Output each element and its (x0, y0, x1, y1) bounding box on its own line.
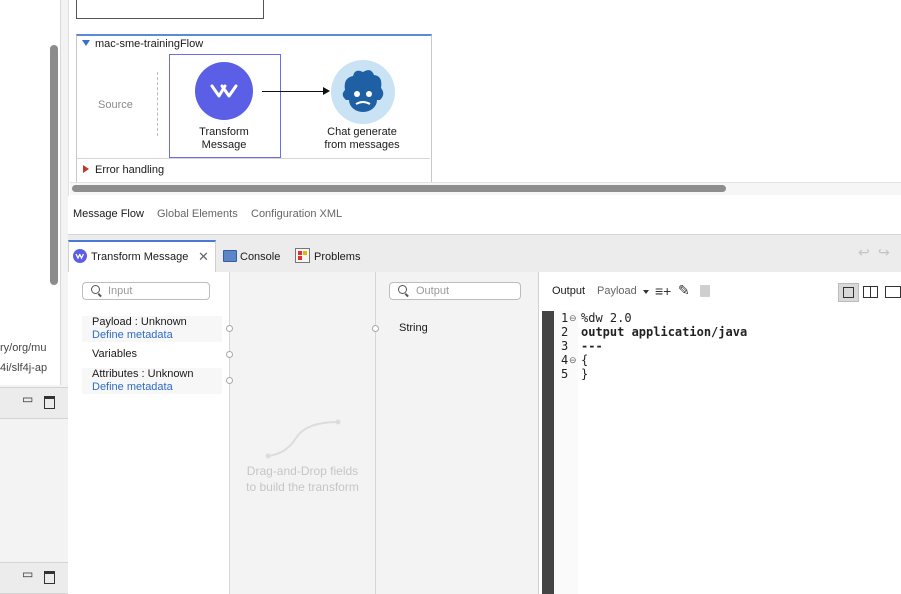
back-arrow-icon[interactable]: ↩ (858, 244, 870, 261)
edit-pencil-icon[interactable]: ✎ (678, 282, 690, 299)
source-divider (157, 72, 158, 136)
tab-transform-message-label[interactable]: Transform Message (91, 251, 188, 263)
transform-message-label[interactable]: Transform Message (170, 126, 278, 152)
maximize-icon[interactable] (44, 571, 55, 584)
line-number: 1 (561, 311, 569, 325)
input-search-placeholder[interactable]: Input (108, 285, 132, 297)
connector-pin[interactable] (226, 351, 233, 358)
explorer-path-text[interactable]: ry/org/mu (0, 342, 56, 354)
dataweave-icon (73, 249, 87, 263)
code-line[interactable]: } (581, 367, 588, 381)
tab-problems[interactable]: Problems (314, 251, 360, 263)
minimize-icon[interactable]: ▭ (22, 392, 33, 406)
flow-arrow-icon (323, 87, 330, 95)
trash-icon[interactable] (700, 285, 710, 297)
fold-icon[interactable]: ⊖ (569, 313, 577, 324)
input-attributes[interactable]: Attributes : Unknown (92, 368, 194, 380)
output-target-select[interactable]: Payload (597, 285, 637, 297)
source-only-view-button[interactable] (838, 283, 859, 302)
connector-pin[interactable] (226, 377, 233, 384)
einstein-icon[interactable] (331, 60, 395, 124)
output-label: Output (552, 285, 586, 297)
problems-icon (295, 248, 310, 263)
collapse-triangle-icon[interactable] (82, 40, 90, 46)
canvas-divider (68, 0, 69, 196)
connector-pin[interactable] (372, 325, 379, 332)
input-search-field[interactable] (82, 282, 210, 300)
line-number: 3 (561, 339, 569, 353)
connector-pin[interactable] (226, 325, 233, 332)
forward-arrow-icon[interactable]: ↪ (878, 244, 890, 261)
close-icon[interactable]: ✕ (198, 249, 209, 265)
line-number: 4 (561, 353, 569, 367)
canvas-scrollbar-thumb[interactable] (72, 185, 726, 192)
define-metadata-link[interactable]: Define metadata (92, 381, 173, 393)
code-line[interactable]: %dw 2.0 (581, 311, 632, 325)
flow-title[interactable]: mac-sme-trainingFlow (95, 38, 203, 50)
console-icon (223, 250, 237, 262)
source-label[interactable]: Source (98, 99, 133, 111)
explorer-path-text[interactable]: 4i/slf4j-ap (0, 362, 56, 374)
fold-icon[interactable]: ⊖ (569, 355, 577, 366)
error-handling-label[interactable]: Error handling (95, 164, 164, 176)
tab-console[interactable]: Console (240, 251, 280, 263)
tab-configuration-xml[interactable]: Configuration XML (251, 208, 342, 220)
split-view-icon[interactable] (863, 286, 878, 298)
search-icon (398, 285, 407, 294)
previous-flow-box[interactable] (76, 0, 264, 19)
tab-global-elements[interactable]: Global Elements (157, 208, 238, 220)
tab-message-flow[interactable]: Message Flow (73, 208, 144, 220)
output-type[interactable]: String (399, 322, 428, 334)
drag-hint-curve-icon (265, 419, 341, 459)
line-number: 5 (561, 367, 569, 381)
preview-view-icon[interactable] (885, 286, 901, 298)
code-line[interactable]: output application/java (581, 325, 747, 339)
editor-gutter-marker (542, 311, 554, 594)
error-handling-divider (77, 158, 430, 159)
chat-generate-label[interactable]: Chat generate from messages (306, 126, 418, 152)
output-search-field[interactable] (389, 282, 521, 300)
explorer-scrollbar[interactable] (50, 45, 58, 285)
minimize-icon[interactable]: ▭ (22, 567, 33, 581)
panel-toolbar (0, 562, 68, 594)
add-target-icon[interactable]: ≡+ (655, 283, 671, 299)
output-column (376, 272, 539, 594)
flow-connector-line (262, 91, 326, 92)
search-icon (91, 285, 100, 294)
drag-drop-hint: Drag-and-Drop fields to build the transf… (246, 464, 359, 494)
expand-triangle-icon[interactable] (83, 165, 89, 173)
code-line[interactable]: --- (581, 339, 603, 353)
line-number: 2 (561, 325, 569, 339)
input-payload[interactable]: Payload : Unknown (92, 316, 187, 328)
chevron-down-icon[interactable] (643, 290, 649, 294)
input-variables[interactable]: Variables (92, 348, 137, 360)
panel-toolbar (0, 387, 68, 419)
maximize-icon[interactable] (44, 396, 55, 409)
output-search-placeholder[interactable]: Output (416, 285, 449, 297)
code-line[interactable]: { (581, 353, 588, 367)
dataweave-icon[interactable] (195, 62, 253, 120)
define-metadata-link[interactable]: Define metadata (92, 329, 173, 341)
